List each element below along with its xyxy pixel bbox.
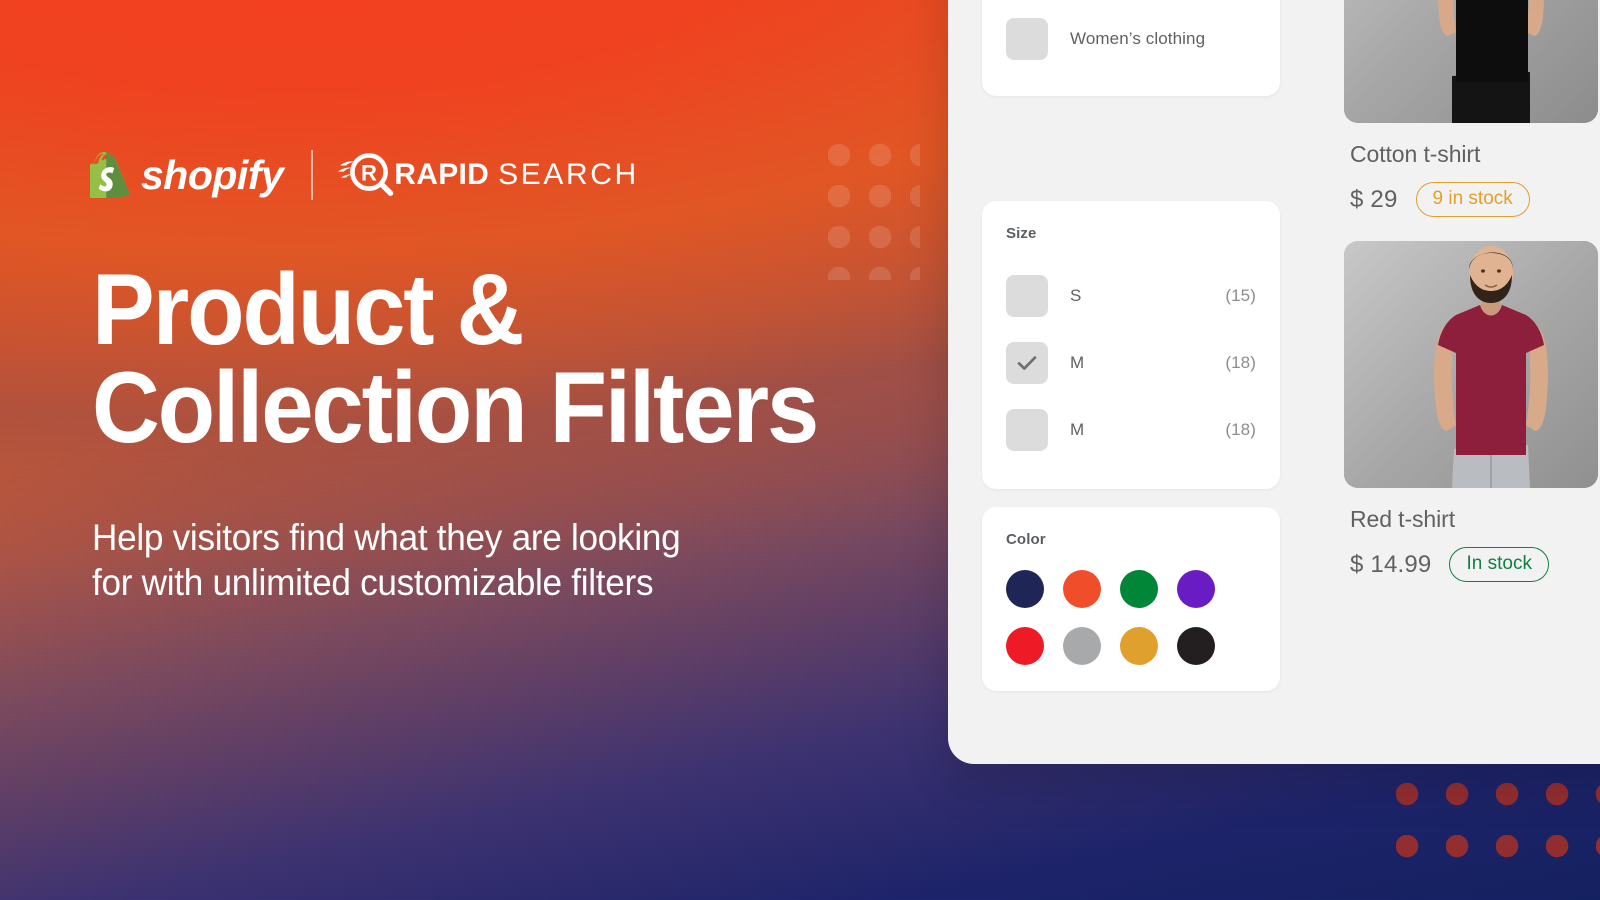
brand-lockup: shopify R RAPID SEARCH: [90, 146, 639, 204]
product-name: Red t-shirt: [1350, 506, 1455, 532]
checkbox-size-m-checked[interactable]: [1006, 341, 1048, 384]
search-wordmark: SEARCH: [498, 158, 639, 191]
shopify-bag-icon: [90, 152, 130, 198]
status-badge: In stock: [1449, 547, 1549, 582]
color-swatch-purple[interactable]: [1177, 570, 1215, 608]
product-meta: $ 29 9 in stock: [1350, 182, 1600, 217]
product-card[interactable]: Cotton t-shirt $ 29 9 in stock: [1344, 0, 1600, 217]
man-in-red-tshirt-photo: [1344, 241, 1598, 488]
filter-count: (15): [1225, 285, 1256, 305]
product-info: Red t-shirt $ 14.99 In stock: [1344, 488, 1600, 582]
filter-row-size-m-checked[interactable]: M (18): [1006, 329, 1256, 396]
color-swatch-navy[interactable]: [1006, 570, 1044, 608]
product-photo-black-tshirt[interactable]: [1344, 0, 1598, 123]
category-options: Men’s clothing Women’s clothing: [1006, 0, 1256, 72]
color-swatch-black[interactable]: [1177, 627, 1215, 665]
checkbox-womens-clothing[interactable]: [1006, 17, 1048, 60]
color-swatch-orange[interactable]: [1063, 570, 1101, 608]
color-swatch-gray[interactable]: [1063, 627, 1101, 665]
checkbox-size-m-second[interactable]: [1006, 408, 1048, 451]
product-results-column: Cotton t-shirt $ 29 9 in stock Red t-shi…: [1344, 0, 1600, 606]
checkbox-size-s[interactable]: [1006, 274, 1048, 317]
status-badge: 9 in stock: [1415, 182, 1530, 217]
shopify-logo: shopify: [90, 151, 284, 198]
filter-row-size-m-second[interactable]: M (18): [1006, 396, 1256, 463]
product-price: $ 14.99: [1350, 550, 1432, 578]
color-swatch-grid: [1006, 570, 1256, 665]
logo-divider: [311, 150, 314, 200]
filter-row-womens-clothing[interactable]: Women’s clothing: [1006, 5, 1256, 72]
size-options: S (15) M (18) M (18): [1006, 262, 1256, 463]
filter-count: (18): [1225, 352, 1256, 372]
filter-card-title-color: Color: [1006, 531, 1046, 548]
page-title: Product & Collection Filters: [92, 254, 819, 464]
check-icon: [1017, 355, 1037, 370]
hero-section: shopify R RAPID SEARCH Product & Collect…: [90, 0, 950, 900]
filter-count: (18): [1225, 419, 1256, 439]
filter-label: M: [1070, 419, 1085, 439]
filter-card-color: Color: [982, 507, 1280, 691]
man-in-black-tshirt-photo: [1344, 0, 1598, 123]
filter-card-category: Men’s clothing Women’s clothing: [982, 0, 1280, 96]
product-price: $ 29: [1350, 185, 1398, 213]
product-info: Cotton t-shirt $ 29 9 in stock: [1344, 123, 1600, 217]
product-card[interactable]: Red t-shirt $ 14.99 In stock: [1344, 241, 1600, 582]
page-subtitle: Help visitors find what they are looking…: [92, 517, 681, 604]
color-swatch-red[interactable]: [1006, 627, 1044, 665]
product-meta: $ 14.99 In stock: [1350, 547, 1600, 582]
storefront-preview-panel: Men’s clothing Women’s clothing Size S (…: [948, 0, 1600, 764]
filter-card-size: Size S (15) M (18) M (18): [982, 201, 1280, 489]
shopify-wordmark: shopify: [141, 151, 284, 198]
filter-label: Women’s clothing: [1070, 28, 1206, 48]
svg-text:R: R: [361, 161, 377, 186]
product-photo-red-tshirt[interactable]: [1344, 241, 1598, 488]
filter-card-title-size: Size: [1006, 225, 1037, 242]
color-swatch-amber[interactable]: [1120, 627, 1158, 665]
filter-row-size-s[interactable]: S (15): [1006, 262, 1256, 329]
rapid-wordmark: RAPID: [394, 158, 490, 191]
product-name: Cotton t-shirt: [1350, 141, 1481, 167]
rapid-search-logo: R RAPID SEARCH: [338, 152, 638, 198]
dot-grid-bottom-icon: [1396, 783, 1600, 879]
filter-label: S: [1070, 285, 1082, 305]
rapid-magnifier-icon: R: [338, 153, 394, 196]
filter-label: M: [1070, 352, 1085, 372]
color-swatch-green[interactable]: [1120, 570, 1158, 608]
